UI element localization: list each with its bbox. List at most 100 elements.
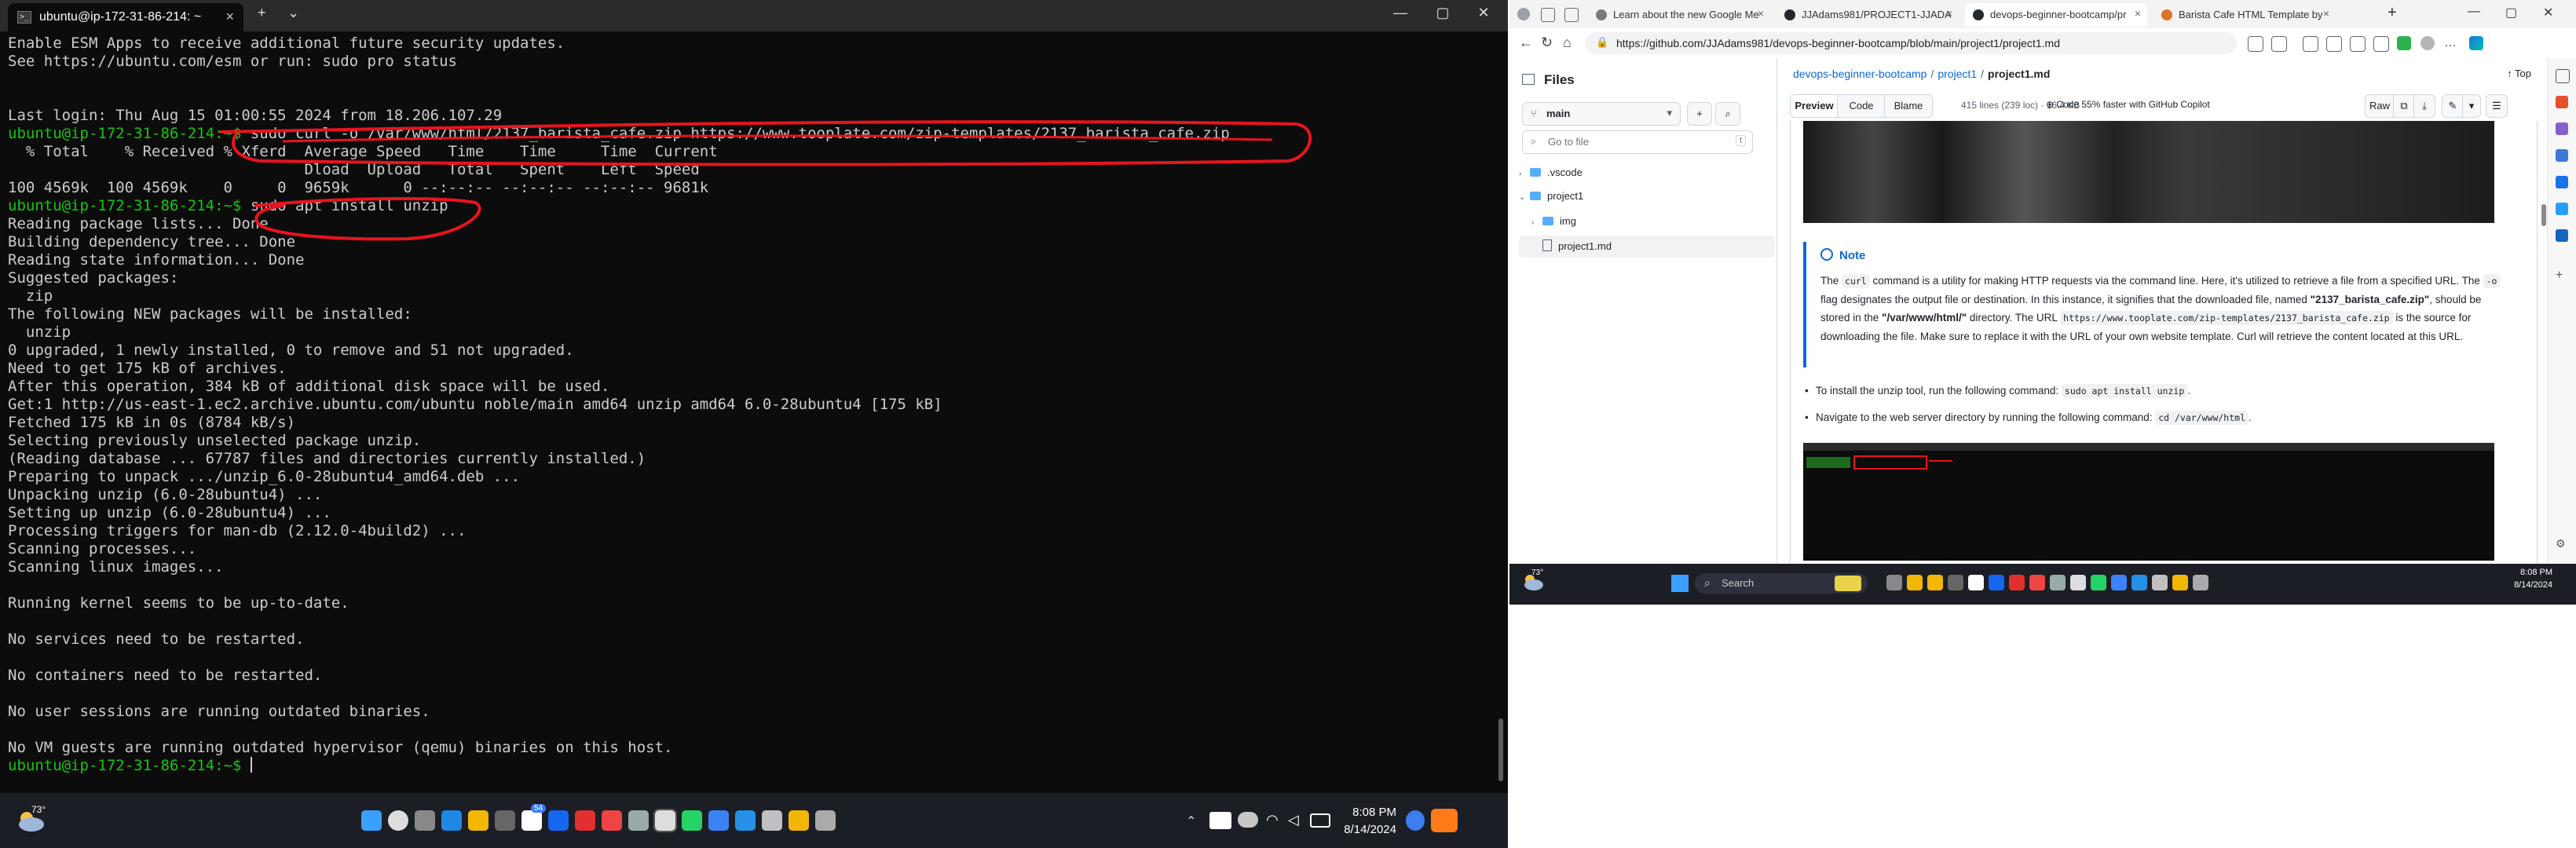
split-screen-icon[interactable] [2326,36,2342,52]
home-icon[interactable]: ⌂ [1563,35,1572,51]
browser-tab[interactable]: Barista Cafe HTML Template by × [2153,3,2336,27]
close-tab-icon[interactable]: × [2135,7,2141,20]
folder-icon[interactable] [1927,575,1943,590]
dropbox-icon[interactable] [1989,575,2004,590]
maximize-button[interactable]: ▢ [2505,5,2517,20]
close-tab-icon[interactable]: × [225,9,234,25]
close-button[interactable]: ✕ [2543,5,2553,20]
send-icon[interactable] [2556,229,2568,242]
amazon-icon[interactable] [1968,575,1984,590]
chrome-icon[interactable] [2029,575,2045,590]
maximize-button[interactable]: ▢ [1431,5,1454,21]
browser-tab[interactable]: Learn about the new Google Me × [1588,3,1770,27]
tab-blame[interactable]: Blame [1884,94,1933,118]
notepad-icon[interactable] [2111,575,2127,590]
outlook-icon[interactable] [2556,176,2568,188]
collections-icon[interactable] [2373,36,2389,52]
games-icon[interactable] [2556,149,2568,162]
clock[interactable]: 8:08 PM 8/14/2024 [2490,566,2552,591]
amazon-icon[interactable] [521,810,542,831]
cloud-icon[interactable] [1238,812,1258,828]
store-icon[interactable] [1948,575,1963,590]
clock[interactable]: 8:08 PM 8/14/2024 [1335,804,1396,839]
edge-icon[interactable] [441,810,462,831]
profile-avatar-icon[interactable] [2420,36,2435,50]
tab-preview[interactable]: Preview [1790,94,1839,118]
tab-dropdown-icon[interactable]: ⌄ [287,5,299,21]
battery-icon[interactable] [1310,813,1330,828]
more-options-icon[interactable]: … [2444,36,2458,50]
address-bar[interactable]: 🔒 https://github.com/JJAdams981/devops-b… [1585,32,2237,54]
close-tab-icon[interactable]: × [2323,7,2329,20]
tree-item-vscode[interactable]: › .vscode [1519,162,1762,184]
notepad-icon[interactable] [708,810,729,831]
tree-item-project1-md[interactable]: project1.md [1519,236,1775,258]
edit-dropdown-icon[interactable]: ▾ [2462,94,2481,118]
copilot-promo[interactable]: ⊕ Code 55% faster with GitHub Copilot [2046,99,2210,110]
extension-green-icon[interactable] [2397,36,2411,50]
go-to-file-input[interactable]: ⌕ Go to file t [1522,130,1753,154]
settings-icon[interactable] [628,810,649,831]
vscode-icon[interactable] [735,810,756,831]
virtualbox-icon[interactable] [2152,575,2168,590]
search-icon[interactable] [388,810,408,831]
branch-selector[interactable]: ⑂ main ▾ [1522,102,1681,126]
chevron-icon[interactable]: › [1531,212,1542,234]
close-tab-icon[interactable]: × [1758,7,1764,20]
edge-browser-window[interactable]: Learn about the new Google Me × JJAdams981… [1509,0,2576,564]
profile-icon[interactable] [1517,8,1530,20]
workspaces-icon[interactable] [1541,8,1555,22]
browser-tab[interactable]: devops-beginner-bootcamp/pr × [1965,3,2147,27]
task-view-icon[interactable] [415,810,435,831]
wifi-icon[interactable]: ◠ [1266,812,1285,829]
edge-tray-icon[interactable] [1209,812,1231,829]
file-explorer-icon[interactable] [468,810,488,831]
download-icon[interactable]: ⤓ [2413,94,2435,118]
refresh-icon[interactable]: ↻ [1541,35,1553,51]
page-scrollbar[interactable] [2541,204,2546,226]
favorite-star-icon[interactable] [2271,36,2287,52]
chevron-icon[interactable]: ⌄ [1519,187,1530,209]
browser-tab[interactable]: JJAdams981/PROJECT1-JJADAMS × [1776,3,1959,27]
chevron-icon[interactable]: › [1519,163,1530,185]
copilot-icon[interactable] [1431,809,1458,832]
extensions-icon[interactable] [2303,36,2318,52]
top-link[interactable]: ↑ Top [2507,68,2531,79]
snip-icon[interactable] [2193,575,2208,590]
taskbar-search[interactable]: ⌕ Search [1695,573,1868,594]
vscode-icon[interactable] [2131,575,2147,590]
terminal-scrollbar[interactable] [1498,718,1503,781]
edit-pencil-icon[interactable]: ✎ [2442,94,2464,118]
red-app-icon[interactable] [575,810,595,831]
terminal-icon[interactable] [653,809,677,832]
search-sidebar-icon[interactable] [2556,69,2570,83]
search-button[interactable]: ⌕ [1715,102,1740,126]
copy-icon[interactable]: ⧉ [2393,94,2415,118]
settings-gear-icon[interactable]: ⚙ [2556,537,2568,550]
red-app-icon[interactable] [2009,575,2025,590]
office-icon[interactable] [2556,203,2568,215]
terminal-window[interactable]: >_ ubuntu@ip-172-31-86-214: ~ × + ⌄ — ▢ … [0,0,1508,848]
settings-icon[interactable] [2050,575,2066,590]
store-icon[interactable] [495,810,515,831]
tab-actions-icon[interactable] [1564,8,1579,22]
notification-bell-icon[interactable] [1406,810,1425,831]
add-file-button[interactable]: + [1687,102,1712,126]
snip-icon[interactable] [815,810,836,831]
back-icon[interactable]: ← [1519,35,1533,51]
terminal-output[interactable]: Enable ESM Apps to receive additional fu… [8,35,1492,788]
task-view-icon[interactable] [1886,575,1902,590]
side-panel-icon[interactable] [1522,74,1535,85]
raw-button[interactable]: Raw [2365,94,2395,118]
terminal-icon[interactable] [2070,575,2086,590]
copilot-sidebar-icon[interactable] [2469,36,2483,50]
chevron-up-icon[interactable]: ⌃ [1186,813,1200,828]
read-aloud-icon[interactable] [2248,36,2263,52]
favorites-icon[interactable] [2350,36,2366,52]
tools-icon[interactable] [2556,122,2568,135]
tree-item-project1[interactable]: ⌄ project1 [1519,185,1762,207]
dropbox-icon[interactable] [548,810,569,831]
shopping-icon[interactable] [2556,96,2568,108]
virtualbox-icon[interactable] [762,810,782,831]
terminal-tab[interactable]: >_ ubuntu@ip-172-31-86-214: ~ × [8,3,243,31]
